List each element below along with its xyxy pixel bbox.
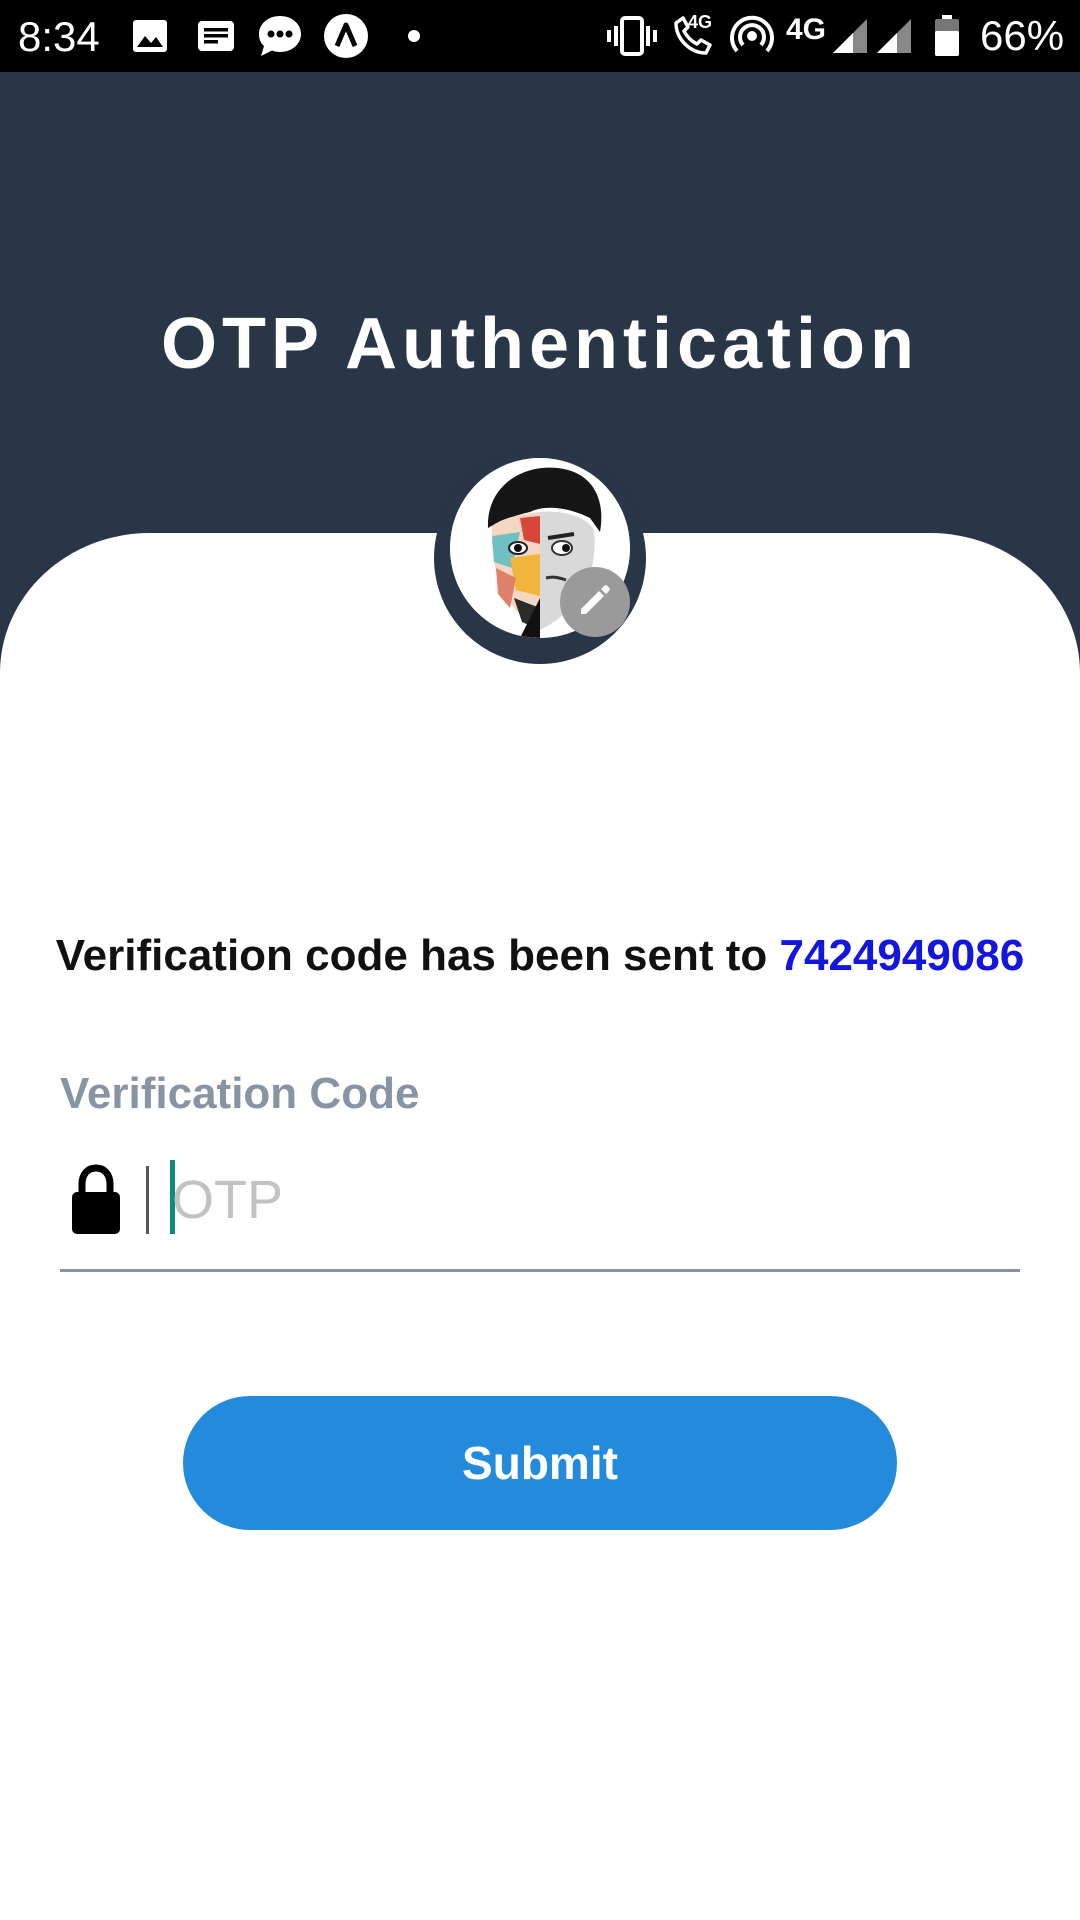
battery-percent: 66%: [980, 12, 1065, 59]
news-icon: [196, 0, 236, 72]
messages-icon: [256, 0, 304, 72]
app-icon: [322, 0, 370, 72]
pencil-icon: [575, 580, 615, 625]
battery-icon: [930, 0, 964, 72]
verification-message: Verification code has been sent to 74249…: [0, 928, 1080, 984]
phone-number: 7424949086: [779, 931, 1025, 980]
page-title: OTP Authentication: [160, 304, 919, 384]
input-divider: [146, 1166, 149, 1234]
verification-message-text: Verification code has been sent to: [55, 931, 768, 980]
vibrate-icon: [606, 0, 658, 72]
hotspot-icon: [728, 0, 776, 72]
status-bar: 8:34 4G 4G 66%: [0, 0, 1080, 72]
call-network-label: 4G: [688, 12, 713, 32]
otp-input[interactable]: [172, 1150, 992, 1250]
otp-screen: 8:34 4G 4G 66% OTP Authentication Verifi…: [0, 0, 1080, 1920]
dot-icon: [404, 0, 424, 72]
network-label: 4G: [786, 13, 827, 46]
volte-call-icon: [670, 0, 720, 72]
status-time: 8:34: [18, 13, 100, 60]
image-icon: [130, 0, 170, 72]
signal-icon: [874, 0, 914, 72]
signal-icon: [830, 0, 870, 72]
otp-field-label: Verification Code: [60, 1069, 420, 1118]
edit-avatar-button[interactable]: [560, 567, 630, 637]
submit-button[interactable]: Submit: [183, 1396, 897, 1530]
lock-icon: [68, 1164, 124, 1236]
otp-field[interactable]: [60, 1150, 1020, 1272]
